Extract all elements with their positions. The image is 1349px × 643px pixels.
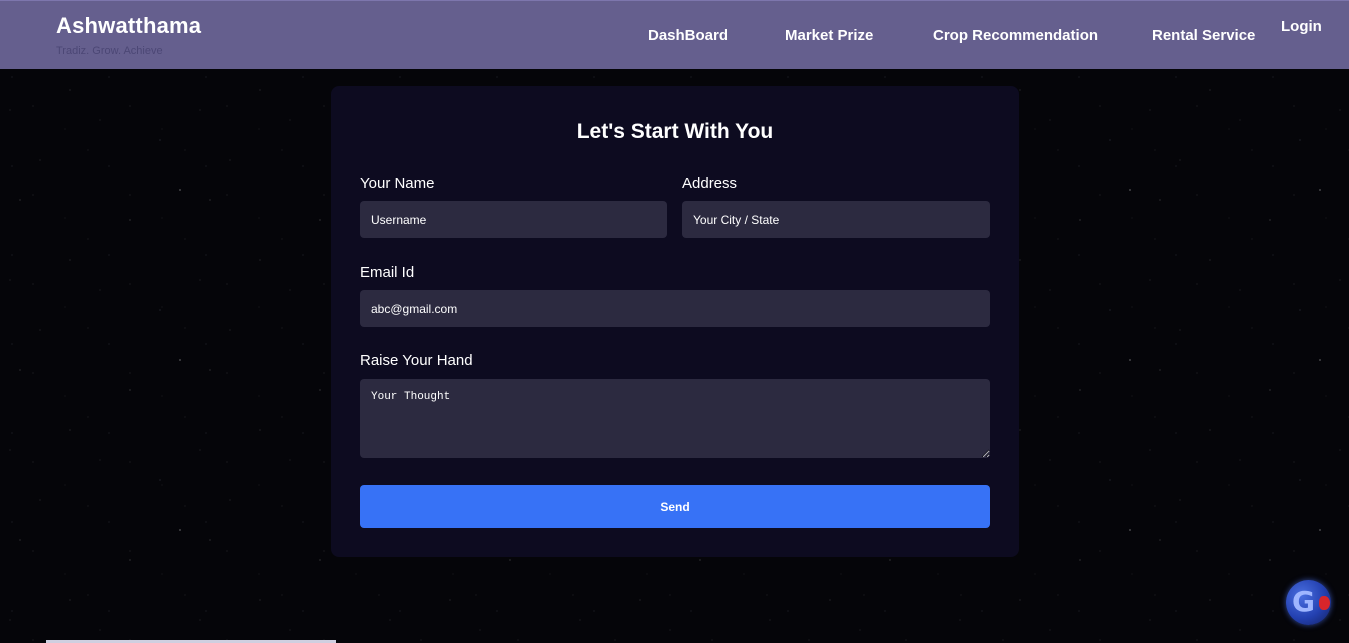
- brand-title[interactable]: Ashwatthama: [56, 13, 201, 39]
- nav-link-crop-recommendation[interactable]: Crop Recommendation: [933, 27, 1098, 44]
- address-input[interactable]: [682, 201, 990, 238]
- translate-widget-button[interactable]: G: [1286, 580, 1331, 625]
- send-button[interactable]: Send: [360, 485, 990, 528]
- nav-link-rental-service[interactable]: Rental Service: [1152, 27, 1255, 44]
- translate-globe-icon: G: [1292, 585, 1315, 618]
- brand-tagline: Tradiz. Grow. Achieve: [56, 45, 163, 57]
- brand[interactable]: Ashwatthama Tradiz. Grow. Achieve: [56, 13, 201, 58]
- email-input[interactable]: [360, 290, 990, 327]
- contact-form-card: Let's Start With You Your Name Address E…: [331, 86, 1019, 557]
- address-label: Address: [682, 175, 738, 192]
- widget-accent-dot: [1319, 596, 1330, 610]
- name-label: Your Name: [360, 175, 435, 192]
- top-navbar: Ashwatthama Tradiz. Grow. Achieve DashBo…: [0, 0, 1349, 69]
- nav-link-login[interactable]: Login: [1281, 18, 1322, 35]
- message-textarea[interactable]: [360, 379, 990, 458]
- form-title: Let's Start With You: [576, 120, 774, 143]
- message-label: Raise Your Hand: [360, 352, 473, 369]
- name-input[interactable]: [360, 201, 667, 238]
- nav-link-dashboard[interactable]: DashBoard: [648, 27, 728, 44]
- email-label: Email Id: [360, 264, 415, 281]
- nav-link-market-prize[interactable]: Market Prize: [785, 27, 873, 44]
